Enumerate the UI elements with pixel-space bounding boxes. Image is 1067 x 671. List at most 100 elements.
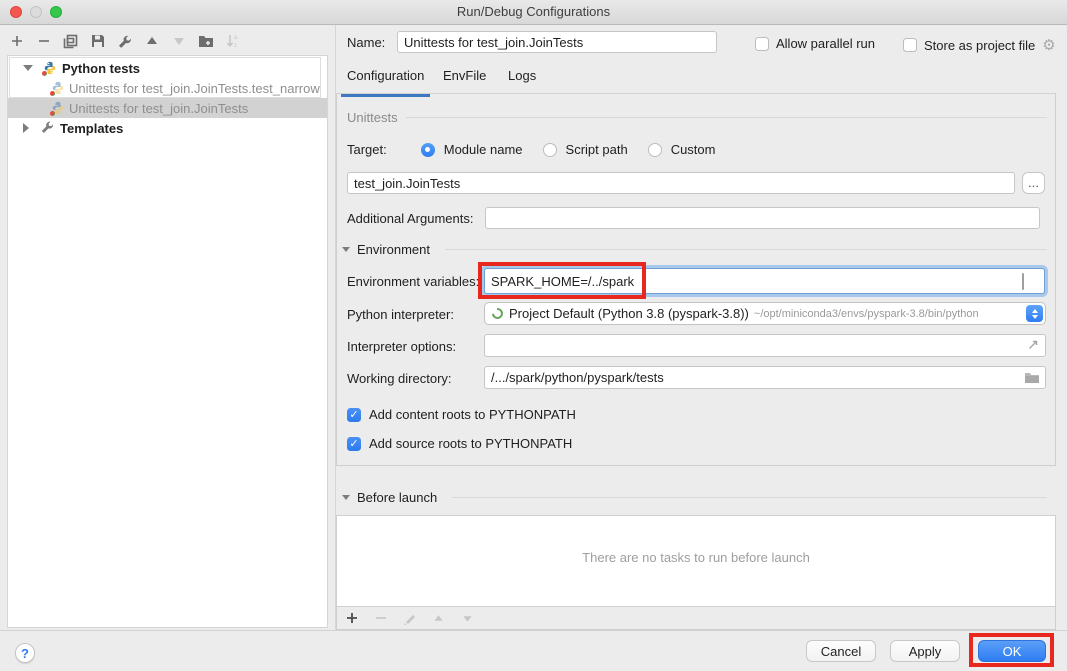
tab-logs[interactable]: Logs bbox=[508, 68, 536, 93]
expand-icon[interactable] bbox=[23, 123, 29, 133]
working-directory-input[interactable] bbox=[484, 366, 1046, 389]
expand-field-icon[interactable] bbox=[1026, 338, 1040, 355]
add-content-roots-option[interactable]: ✓ Add content roots to PYTHONPATH bbox=[347, 407, 576, 422]
before-launch-toolbar bbox=[336, 607, 1056, 630]
section-divider-line bbox=[445, 249, 1047, 250]
interpreter-options-label: Interpreter options: bbox=[347, 339, 456, 354]
module-name-radio-label: Module name bbox=[444, 142, 523, 157]
environment-variables-label: Environment variables: bbox=[347, 274, 479, 289]
collapse-icon[interactable] bbox=[23, 65, 33, 71]
target-module-input[interactable] bbox=[347, 172, 1015, 194]
titlebar: Run/Debug Configurations bbox=[0, 0, 1067, 25]
sort-configurations-button: az bbox=[224, 33, 241, 50]
tree-item-label: Python tests bbox=[62, 61, 140, 76]
interpreter-options-input[interactable] bbox=[484, 334, 1046, 357]
move-down-button bbox=[170, 33, 187, 50]
add-task-button[interactable] bbox=[343, 610, 360, 627]
before-launch-section-header[interactable]: Before launch bbox=[342, 490, 1047, 505]
run-debug-configurations-dialog: Run/Debug Configurations az Python tests bbox=[0, 0, 1067, 671]
collapse-section-icon[interactable] bbox=[342, 247, 350, 252]
add-content-roots-label: Add content roots to PYTHONPATH bbox=[369, 407, 576, 422]
ok-button[interactable]: OK bbox=[978, 640, 1046, 662]
tab-label: Configuration bbox=[347, 68, 424, 83]
custom-radio[interactable] bbox=[648, 143, 662, 157]
allow-parallel-run-option[interactable]: Allow parallel run bbox=[755, 36, 875, 51]
target-label: Target: bbox=[347, 142, 387, 157]
tree-item-label: Unittests for test_join.JoinTests bbox=[69, 101, 248, 116]
python-interpreter-select[interactable]: Project Default (Python 3.8 (pyspark-3.8… bbox=[484, 302, 1046, 325]
store-as-project-file-checkbox[interactable] bbox=[903, 38, 917, 52]
folder-browse-icon[interactable] bbox=[1024, 371, 1040, 387]
chevron-up-down-icon[interactable] bbox=[1026, 305, 1043, 322]
python-interpreter-label: Python interpreter: bbox=[347, 307, 454, 322]
remove-task-button bbox=[372, 610, 389, 627]
conda-environment-icon bbox=[490, 306, 505, 321]
tree-item-unittest-jointests-selected[interactable]: Unittests for test_join.JoinTests bbox=[8, 98, 327, 118]
store-as-project-file-option[interactable]: Store as project file ⚙ bbox=[903, 36, 1056, 54]
tree-item-templates[interactable]: Templates bbox=[8, 118, 327, 138]
environment-section-label: Environment bbox=[357, 242, 430, 257]
apply-button[interactable]: Apply bbox=[890, 640, 960, 662]
move-up-button[interactable] bbox=[143, 33, 160, 50]
store-as-project-file-label: Store as project file bbox=[924, 38, 1035, 53]
before-launch-empty-text: There are no tasks to run before launch bbox=[337, 550, 1055, 565]
tab-configuration[interactable]: Configuration bbox=[347, 68, 424, 93]
templates-icon bbox=[40, 120, 54, 137]
group-divider-line bbox=[406, 117, 1047, 118]
name-label: Name: bbox=[347, 35, 385, 50]
configurations-toolbar: az bbox=[8, 30, 241, 52]
new-folder-button[interactable] bbox=[197, 33, 214, 50]
section-divider-line bbox=[452, 497, 1047, 498]
additional-arguments-label: Additional Arguments: bbox=[347, 211, 473, 226]
environment-section-header[interactable]: Environment bbox=[342, 242, 1047, 257]
cancel-button[interactable]: Cancel bbox=[806, 640, 876, 662]
unittests-group-header: Unittests bbox=[347, 110, 1047, 125]
target-row: Target: Module name Script path Custom bbox=[347, 142, 715, 157]
allow-parallel-run-label: Allow parallel run bbox=[776, 36, 875, 51]
add-source-roots-checkbox[interactable]: ✓ bbox=[347, 437, 361, 451]
add-configuration-button[interactable] bbox=[8, 33, 25, 50]
python-interpreter-value: Project Default (Python 3.8 (pyspark-3.8… bbox=[509, 306, 749, 321]
save-configuration-icon[interactable] bbox=[89, 33, 106, 50]
allow-parallel-run-checkbox[interactable] bbox=[755, 37, 769, 51]
svg-text:z: z bbox=[234, 43, 237, 48]
name-input[interactable] bbox=[397, 31, 717, 53]
module-name-radio[interactable] bbox=[421, 143, 435, 157]
python-test-config-icon bbox=[51, 101, 65, 115]
gear-icon[interactable]: ⚙ bbox=[1042, 36, 1055, 54]
move-task-down-button bbox=[459, 610, 476, 627]
copy-configuration-icon[interactable] bbox=[62, 33, 79, 50]
add-source-roots-label: Add source roots to PYTHONPATH bbox=[369, 436, 572, 451]
tree-item-label: Templates bbox=[60, 121, 123, 136]
edit-templates-icon[interactable] bbox=[116, 33, 133, 50]
edit-task-button bbox=[401, 610, 418, 627]
move-task-up-button bbox=[430, 610, 447, 627]
unittests-group-title: Unittests bbox=[347, 110, 398, 125]
environment-variables-input[interactable] bbox=[484, 268, 1045, 294]
add-source-roots-option[interactable]: ✓ Add source roots to PYTHONPATH bbox=[347, 436, 572, 451]
browse-module-button[interactable]: ... bbox=[1022, 172, 1045, 194]
test-badge-icon bbox=[50, 111, 55, 116]
python-tests-icon bbox=[43, 61, 57, 75]
tab-label: EnvFile bbox=[443, 68, 486, 83]
remove-configuration-button[interactable] bbox=[35, 33, 52, 50]
tab-envfile[interactable]: EnvFile bbox=[443, 68, 486, 93]
custom-radio-label: Custom bbox=[671, 142, 716, 157]
tree-item-python-tests[interactable]: Python tests bbox=[8, 58, 327, 78]
tab-label: Logs bbox=[508, 68, 536, 83]
tree-item-unittest-narrow[interactable]: Unittests for test_join.JoinTests.test_n… bbox=[8, 78, 327, 98]
working-directory-label: Working directory: bbox=[347, 371, 452, 386]
script-path-radio[interactable] bbox=[543, 143, 557, 157]
test-badge-icon bbox=[50, 91, 55, 96]
footer-divider bbox=[0, 630, 1067, 631]
python-test-config-icon bbox=[51, 81, 65, 95]
edit-environment-variables-icon[interactable] bbox=[1022, 273, 1024, 290]
script-path-radio-label: Script path bbox=[566, 142, 628, 157]
before-launch-section-label: Before launch bbox=[357, 490, 437, 505]
before-launch-task-list: There are no tasks to run before launch bbox=[336, 515, 1056, 607]
additional-arguments-input[interactable] bbox=[485, 207, 1040, 229]
collapse-section-icon[interactable] bbox=[342, 495, 350, 500]
configurations-tree: Python tests Unittests for test_join.Joi… bbox=[7, 55, 328, 628]
add-content-roots-checkbox[interactable]: ✓ bbox=[347, 408, 361, 422]
help-button[interactable]: ? bbox=[15, 643, 35, 663]
